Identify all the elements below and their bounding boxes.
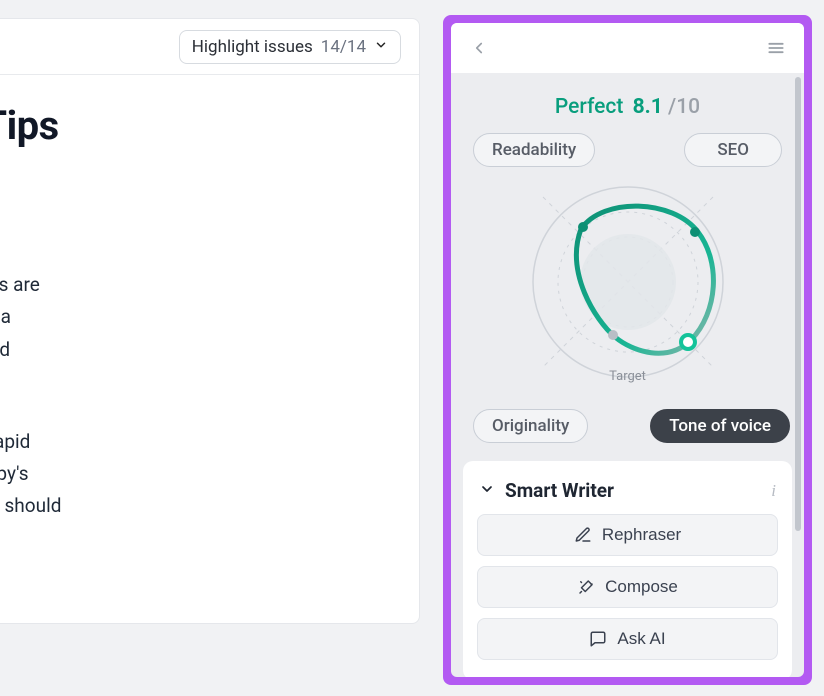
- scrollbar[interactable]: [795, 77, 801, 531]
- sidebar-top-bar: [451, 23, 804, 73]
- highlight-issues-dropdown[interactable]: Highlight issues 14/14: [179, 30, 401, 64]
- score-value: 8.1: [633, 95, 663, 119]
- compose-label: Compose: [605, 577, 678, 597]
- back-icon[interactable]: [465, 34, 493, 62]
- smart-writer-header[interactable]: Smart Writer i: [477, 475, 778, 514]
- text-fragment: your new pet grows up healthy and: [0, 334, 387, 366]
- ask-ai-button[interactable]: Ask AI: [477, 618, 778, 660]
- radar-chart-icon: [523, 177, 733, 387]
- edit-icon: [574, 526, 592, 544]
- pill-tone-of-voice[interactable]: Tone of voice: [650, 409, 790, 443]
- compose-button[interactable]: Compose: [477, 566, 778, 608]
- analysis-sidebar: Perfect 8.1 /10 Readability SEO Original…: [451, 23, 804, 677]
- quality-radar: Readability SEO Originality Tone of voic…: [463, 133, 792, 443]
- text-fragment: ughout the day. Fresh, clean water shoul…: [0, 490, 387, 522]
- chat-icon: [589, 630, 607, 648]
- article-paragraph: family. These small furry creatures are …: [0, 269, 387, 366]
- smart-writer-title: Smart Writer: [505, 479, 761, 502]
- rephraser-label: Rephraser: [602, 525, 681, 545]
- text-fragment: cially when they are young. Here's a: [0, 301, 387, 333]
- chevron-down-icon: [374, 37, 388, 57]
- score-denominator: /10: [668, 95, 700, 119]
- menu-icon[interactable]: [762, 34, 790, 62]
- editor-toolbar: Highlight issues 14/14: [0, 19, 419, 75]
- overall-score: Perfect 8.1 /10: [463, 73, 792, 129]
- article-body: Care: Essential Tips family. These small…: [0, 75, 419, 523]
- sidebar-body: Perfect 8.1 /10 Readability SEO Original…: [451, 73, 804, 677]
- info-icon[interactable]: i: [771, 481, 776, 501]
- ask-ai-label: Ask AI: [617, 629, 665, 649]
- target-label: Target: [609, 369, 646, 384]
- smart-writer-card: Smart Writer i Rephraser Compose Ask: [463, 461, 792, 677]
- pill-seo[interactable]: SEO: [684, 133, 782, 167]
- text-fragment: ded by your vet. Remember, a puppy's: [0, 458, 387, 490]
- pill-readability[interactable]: Readability: [473, 133, 595, 167]
- chevron-down-icon: [479, 481, 495, 501]
- article-title: Care: Essential Tips: [0, 103, 387, 149]
- text-fragment: family. These small furry creatures are: [0, 269, 387, 301]
- text-fragment: ance of nutrients to support this rapid: [0, 426, 387, 458]
- highlight-issues-count: 14/14: [321, 37, 366, 57]
- highlight-issues-label: Highlight issues: [192, 37, 313, 57]
- score-label: Perfect: [555, 95, 623, 119]
- rephraser-button[interactable]: Rephraser: [477, 514, 778, 556]
- editor-pane: Highlight issues 14/14 Care: Essential T…: [0, 18, 420, 624]
- pill-originality[interactable]: Originality: [473, 409, 588, 443]
- article-paragraph: ance of nutrients to support this rapid …: [0, 426, 387, 523]
- magic-wand-icon: [577, 578, 595, 596]
